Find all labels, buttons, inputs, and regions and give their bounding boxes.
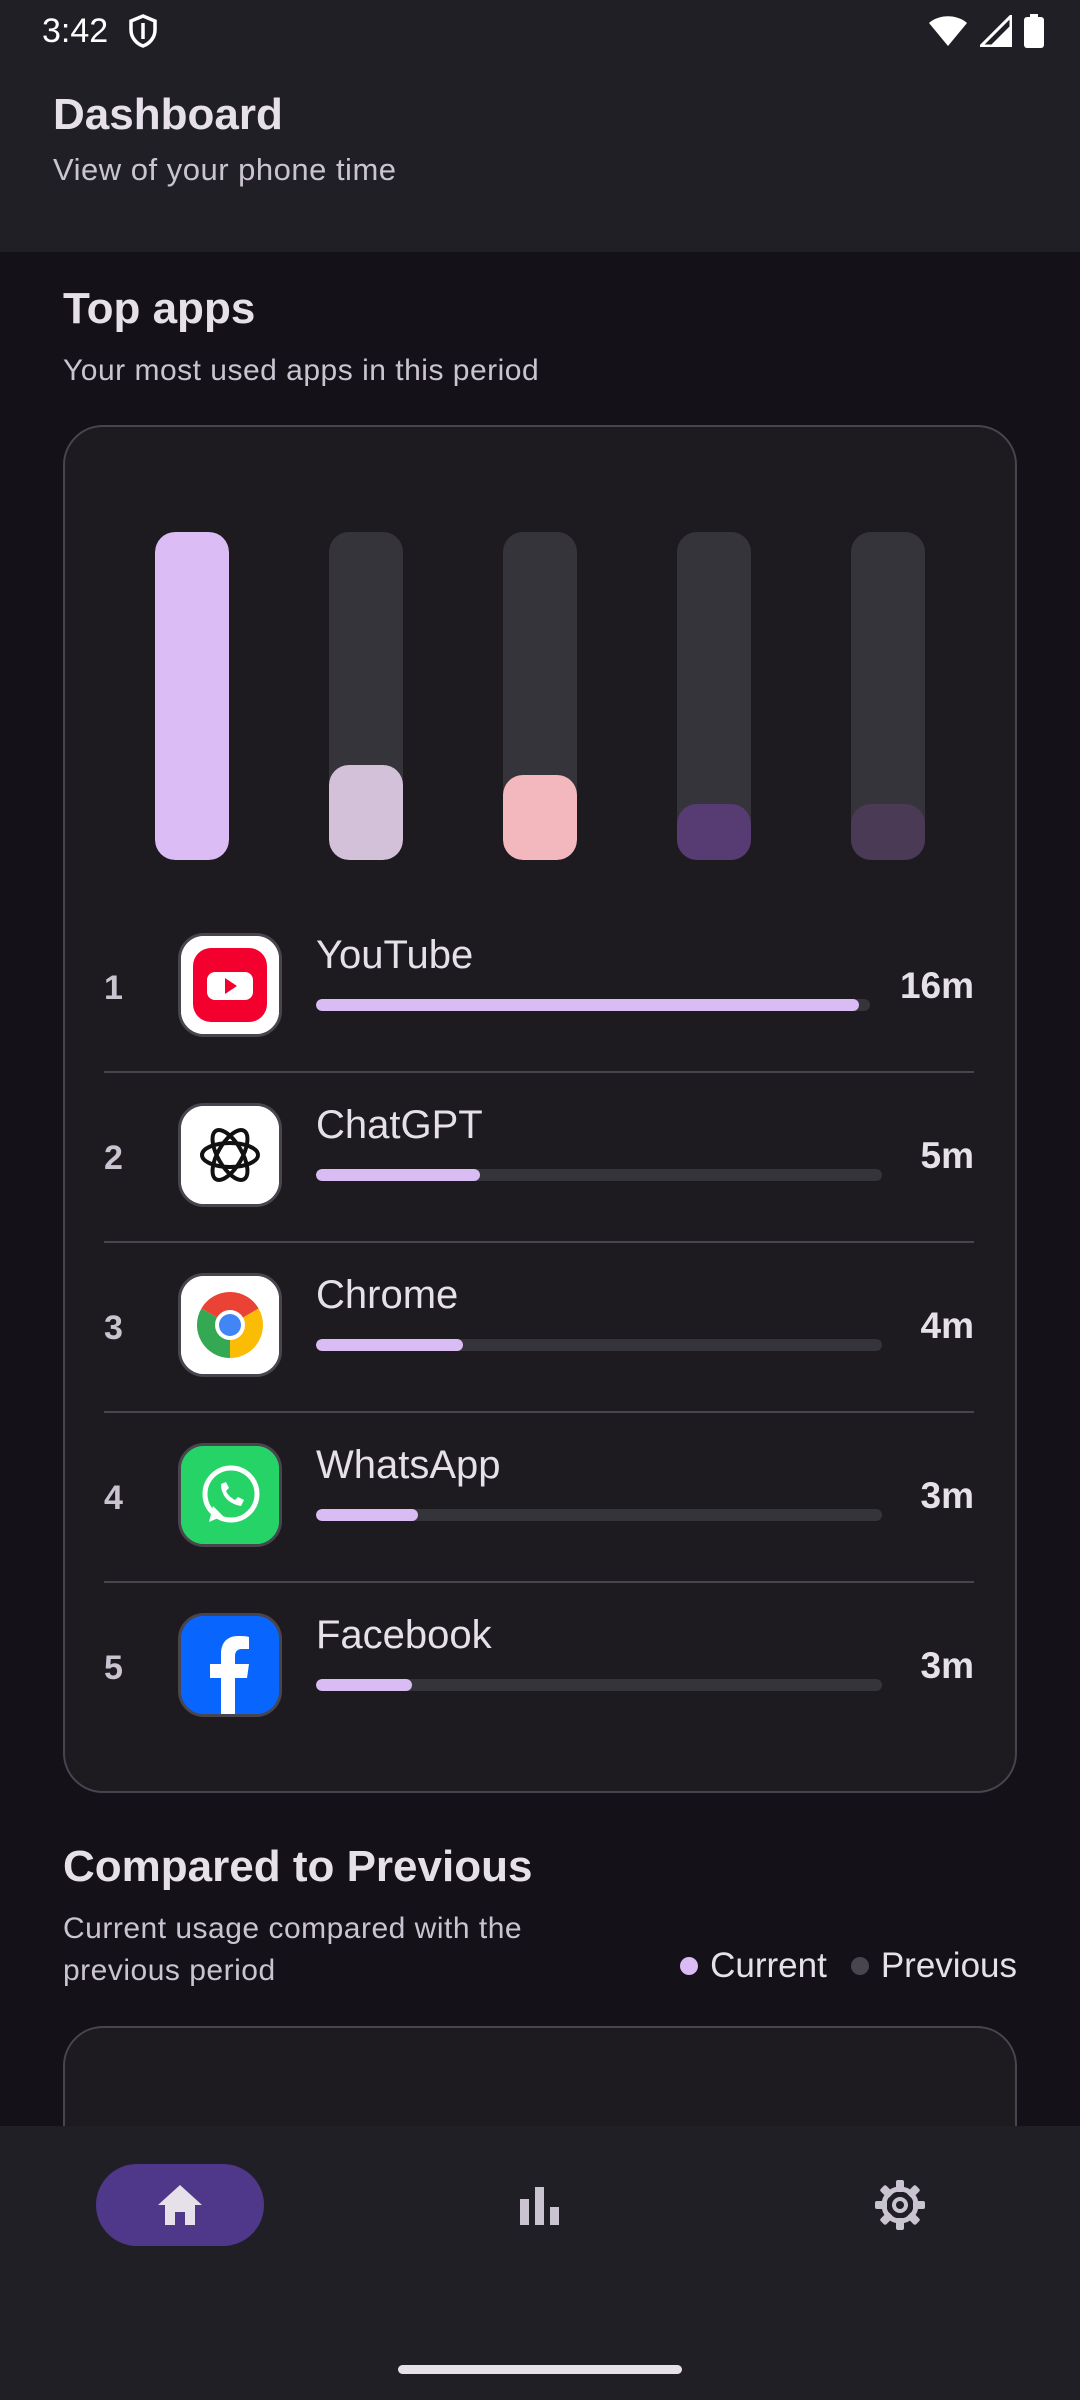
app-usage-time: 4m <box>920 1305 974 1346</box>
bar-chart-icon <box>520 2187 559 2225</box>
usage-progress-fill <box>316 1169 481 1181</box>
usage-progress-fill <box>316 1679 413 1691</box>
shield-icon <box>129 14 157 48</box>
wifi-icon <box>929 16 967 46</box>
gesture-handle[interactable] <box>398 2365 682 2374</box>
usage-progress <box>316 999 870 1011</box>
usage-bar-fill <box>503 774 577 860</box>
app-name: YouTube <box>316 933 474 977</box>
app-rank: 3 <box>104 1309 123 1347</box>
usage-bar-fill <box>677 804 751 860</box>
legend-current-dot <box>680 1957 699 1975</box>
page-title: Dashboard <box>53 90 283 139</box>
app-usage-time: 16m <box>899 965 974 1006</box>
app-row-facebook[interactable]: 5 Facebook 3m <box>104 1583 974 1753</box>
usage-bar-fill <box>329 764 403 860</box>
chatgpt-icon <box>178 1103 282 1207</box>
legend-previous-dot <box>850 1957 869 1975</box>
battery-icon <box>1024 14 1044 48</box>
app-usage-time: 5m <box>920 1135 974 1176</box>
facebook-icon <box>178 1613 282 1717</box>
status-bar: 3:42 <box>0 0 1080 62</box>
usage-progress-fill <box>316 1509 418 1521</box>
usage-progress <box>316 1169 882 1181</box>
usage-bar-fill <box>155 532 229 860</box>
top-apps-title: Top apps <box>63 284 256 333</box>
status-time: 3:42 <box>42 12 109 50</box>
usage-bar[interactable] <box>503 532 577 860</box>
page-subtitle: View of your phone time <box>53 152 397 187</box>
usage-bar-fill <box>851 804 925 860</box>
app-usage-time: 3m <box>920 1645 974 1686</box>
usage-progress <box>316 1509 882 1521</box>
top-app-bar: Dashboard View of your phone time <box>0 62 1080 252</box>
usage-bar[interactable] <box>155 532 229 860</box>
settings-icon <box>875 2180 925 2230</box>
app-name: Chrome <box>316 1273 459 1317</box>
app-name: Facebook <box>316 1613 492 1657</box>
legend-current-label: Current <box>710 1946 827 1985</box>
app-rank: 2 <box>104 1139 123 1177</box>
usage-progress-fill <box>316 1339 464 1351</box>
app-rank: 1 <box>104 969 123 1007</box>
usage-progress <box>316 1679 882 1691</box>
app-name: WhatsApp <box>316 1443 501 1487</box>
app-row-whatsapp[interactable]: 4 WhatsApp 3m <box>104 1413 974 1583</box>
usage-progress-fill <box>316 999 859 1011</box>
compare-title: Compared to Previous <box>63 1842 533 1891</box>
nav-settings[interactable] <box>816 2164 984 2246</box>
signal-icon <box>980 15 1012 47</box>
legend-previous-label: Previous <box>880 1946 1017 1985</box>
app-usage-time: 3m <box>920 1475 974 1516</box>
nav-stats[interactable] <box>456 2164 624 2246</box>
usage-bar[interactable] <box>329 532 403 860</box>
app-rank: 4 <box>104 1479 123 1517</box>
youtube-icon <box>178 933 282 1037</box>
compare-subtitle: Current usage compared with the previous… <box>63 1912 523 1987</box>
top-apps-subtitle: Your most used apps in this period <box>63 354 540 387</box>
usage-bar[interactable] <box>677 532 751 860</box>
app-row-youtube[interactable]: 1 YouTube 16m <box>104 903 974 1073</box>
home-icon <box>158 2185 202 2225</box>
whatsapp-icon <box>178 1443 282 1547</box>
chrome-icon <box>178 1273 282 1377</box>
app-name: ChatGPT <box>316 1103 483 1147</box>
usage-bar[interactable] <box>851 532 925 860</box>
usage-progress <box>316 1339 882 1351</box>
compare-legend: Current Previous <box>680 1946 1017 1986</box>
app-row-chatgpt[interactable]: 2 ChatGPT 5m <box>104 1073 974 1243</box>
bottom-navigation <box>0 2126 1080 2400</box>
app-rank: 5 <box>104 1649 123 1687</box>
nav-home[interactable] <box>96 2164 264 2246</box>
app-row-chrome[interactable]: 3 Chrome 4m <box>104 1243 974 1413</box>
